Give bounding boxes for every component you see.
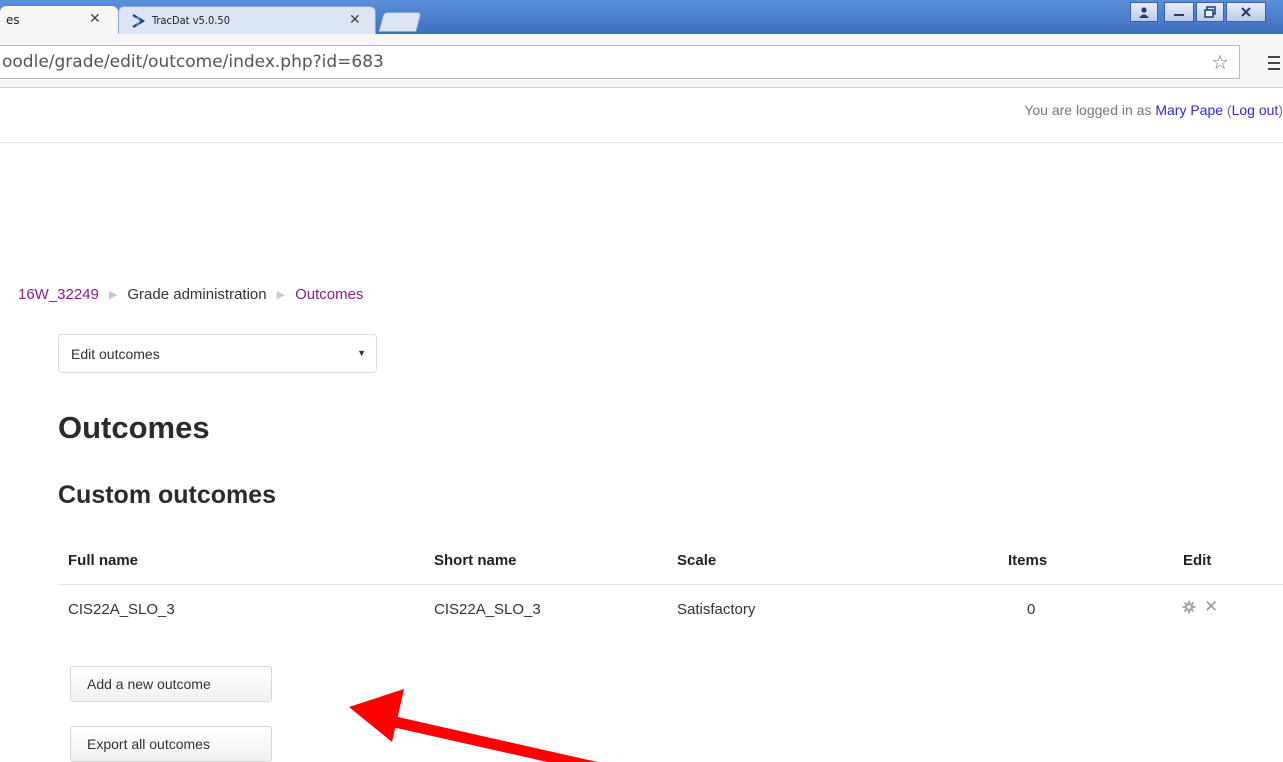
page-title: Outcomes bbox=[58, 410, 210, 445]
browser-tab-tracdat[interactable]: TracDat v5.0.50 ✕ bbox=[118, 6, 376, 34]
bookmark-star-icon[interactable]: ☆ bbox=[1211, 50, 1229, 75]
browser-menu-icon[interactable] bbox=[1268, 56, 1280, 70]
chevron-down-icon: ▼ bbox=[357, 348, 366, 358]
column-header-short-name[interactable]: Short name bbox=[434, 552, 517, 569]
tracdat-favicon-icon bbox=[132, 14, 146, 28]
user-bar: You are logged in as Mary Pape (Log out) bbox=[0, 89, 1283, 143]
breadcrumb-grade-admin[interactable]: Grade administration bbox=[127, 286, 266, 303]
url-text[interactable]: oodle/grade/edit/outcome/index.php?id=68… bbox=[2, 52, 384, 72]
new-tab-button[interactable] bbox=[378, 12, 422, 32]
browser-tab-active[interactable]: es ✕ bbox=[0, 6, 118, 34]
column-header-scale[interactable]: Scale bbox=[677, 552, 716, 569]
minimize-icon[interactable] bbox=[1164, 2, 1194, 22]
cell-items: 0 bbox=[1027, 601, 1036, 618]
login-prefix: You are logged in as bbox=[1024, 102, 1156, 118]
window-controls bbox=[1128, 2, 1266, 24]
table-row: CIS22A_SLO_3 CIS22A_SLO_3 Satisfactory 0 bbox=[58, 585, 1283, 635]
breadcrumb-separator-icon: ▶ bbox=[276, 289, 286, 301]
section-title: Custom outcomes bbox=[58, 481, 277, 509]
tab-close-icon[interactable]: ✕ bbox=[349, 12, 361, 28]
table-header-row: Full name Short name Scale Items Edit bbox=[58, 538, 1283, 585]
user-icon[interactable] bbox=[1130, 2, 1158, 22]
breadcrumb-course-link[interactable]: 16W_32249 bbox=[18, 286, 99, 303]
breadcrumb: 16W_32249 ▶ Grade administration ▶ Outcomes bbox=[18, 286, 363, 303]
cell-scale: Satisfactory bbox=[677, 601, 756, 618]
row-edit-actions: ✕ bbox=[1182, 598, 1218, 615]
breadcrumb-separator-icon: ▶ bbox=[108, 289, 118, 301]
gear-icon[interactable] bbox=[1182, 600, 1196, 614]
close-paren: ) bbox=[1278, 102, 1283, 118]
tab-title: TracDat v5.0.50 bbox=[152, 14, 231, 27]
logout-link[interactable]: Log out bbox=[1232, 102, 1279, 118]
cell-full-name: CIS22A_SLO_3 bbox=[68, 601, 175, 618]
column-header-items: Items bbox=[1008, 552, 1048, 569]
login-info: You are logged in as Mary Pape (Log out) bbox=[1024, 102, 1283, 118]
open-paren: ( bbox=[1223, 102, 1232, 118]
restore-icon[interactable] bbox=[1196, 2, 1224, 22]
export-outcomes-button[interactable]: Export all outcomes bbox=[70, 726, 272, 762]
moodle-page: You are logged in as Mary Pape (Log out)… bbox=[0, 89, 1283, 762]
browser-toolbar: oodle/grade/edit/outcome/index.php?id=68… bbox=[0, 34, 1283, 88]
breadcrumb-outcomes-link[interactable]: Outcomes bbox=[295, 286, 363, 303]
outcomes-table: Full name Short name Scale Items Edit CI… bbox=[58, 538, 1283, 635]
delete-icon[interactable]: ✕ bbox=[1204, 598, 1218, 615]
add-outcome-button[interactable]: Add a new outcome bbox=[70, 666, 272, 702]
outcomes-action-select[interactable]: Edit outcomes ▼ bbox=[58, 334, 377, 373]
address-bar[interactable]: oodle/grade/edit/outcome/index.php?id=68… bbox=[0, 45, 1240, 79]
browser-tabstrip: es ✕ TracDat v5.0.50 ✕ bbox=[0, 0, 1283, 34]
column-header-full-name[interactable]: Full name bbox=[68, 552, 138, 569]
cell-short-name: CIS22A_SLO_3 bbox=[434, 601, 541, 618]
select-value: Edit outcomes bbox=[71, 346, 160, 362]
close-icon[interactable] bbox=[1226, 2, 1266, 22]
tab-title: es bbox=[6, 13, 20, 27]
user-profile-link[interactable]: Mary Pape bbox=[1155, 102, 1223, 118]
tab-close-icon[interactable]: ✕ bbox=[89, 11, 101, 27]
column-header-edit: Edit bbox=[1183, 552, 1212, 569]
